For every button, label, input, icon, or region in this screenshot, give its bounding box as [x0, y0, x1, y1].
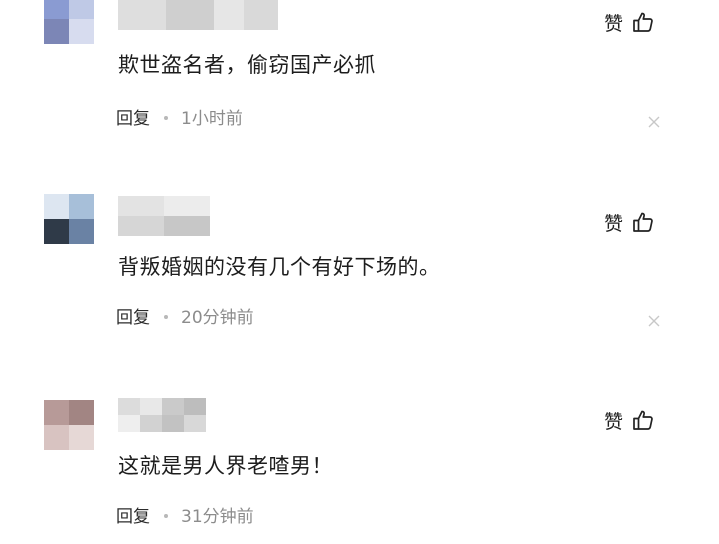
- separator-dot: [164, 513, 168, 518]
- reply-button[interactable]: 回复: [116, 308, 150, 328]
- comment-item: 赞 这就是男人界老喳男！ 回复 31分钟前: [0, 0, 719, 527]
- reply-button[interactable]: 回复: [116, 507, 150, 527]
- avatar[interactable]: [44, 400, 94, 450]
- timestamp: 20分钟前: [181, 308, 254, 328]
- thumbs-up-icon: [633, 212, 653, 232]
- timestamp: 31分钟前: [181, 507, 254, 527]
- separator-dot: [164, 314, 168, 319]
- username-blurred[interactable]: [118, 196, 210, 236]
- like-button[interactable]: 赞: [604, 407, 655, 433]
- close-icon[interactable]: [647, 314, 661, 328]
- like-button[interactable]: 赞: [604, 209, 655, 235]
- comment-meta: 回复 31分钟前: [116, 506, 254, 528]
- comment-meta: 回复 20分钟前: [116, 307, 254, 329]
- like-label: 赞: [604, 212, 624, 235]
- comment-text: 这就是男人界老喳男！: [118, 454, 333, 478]
- thumbs-up-icon: [633, 410, 653, 430]
- like-label: 赞: [604, 410, 624, 433]
- username-blurred[interactable]: [118, 398, 206, 432]
- avatar[interactable]: [44, 194, 94, 244]
- comment-text: 背叛婚姻的没有几个有好下场的。: [118, 255, 441, 279]
